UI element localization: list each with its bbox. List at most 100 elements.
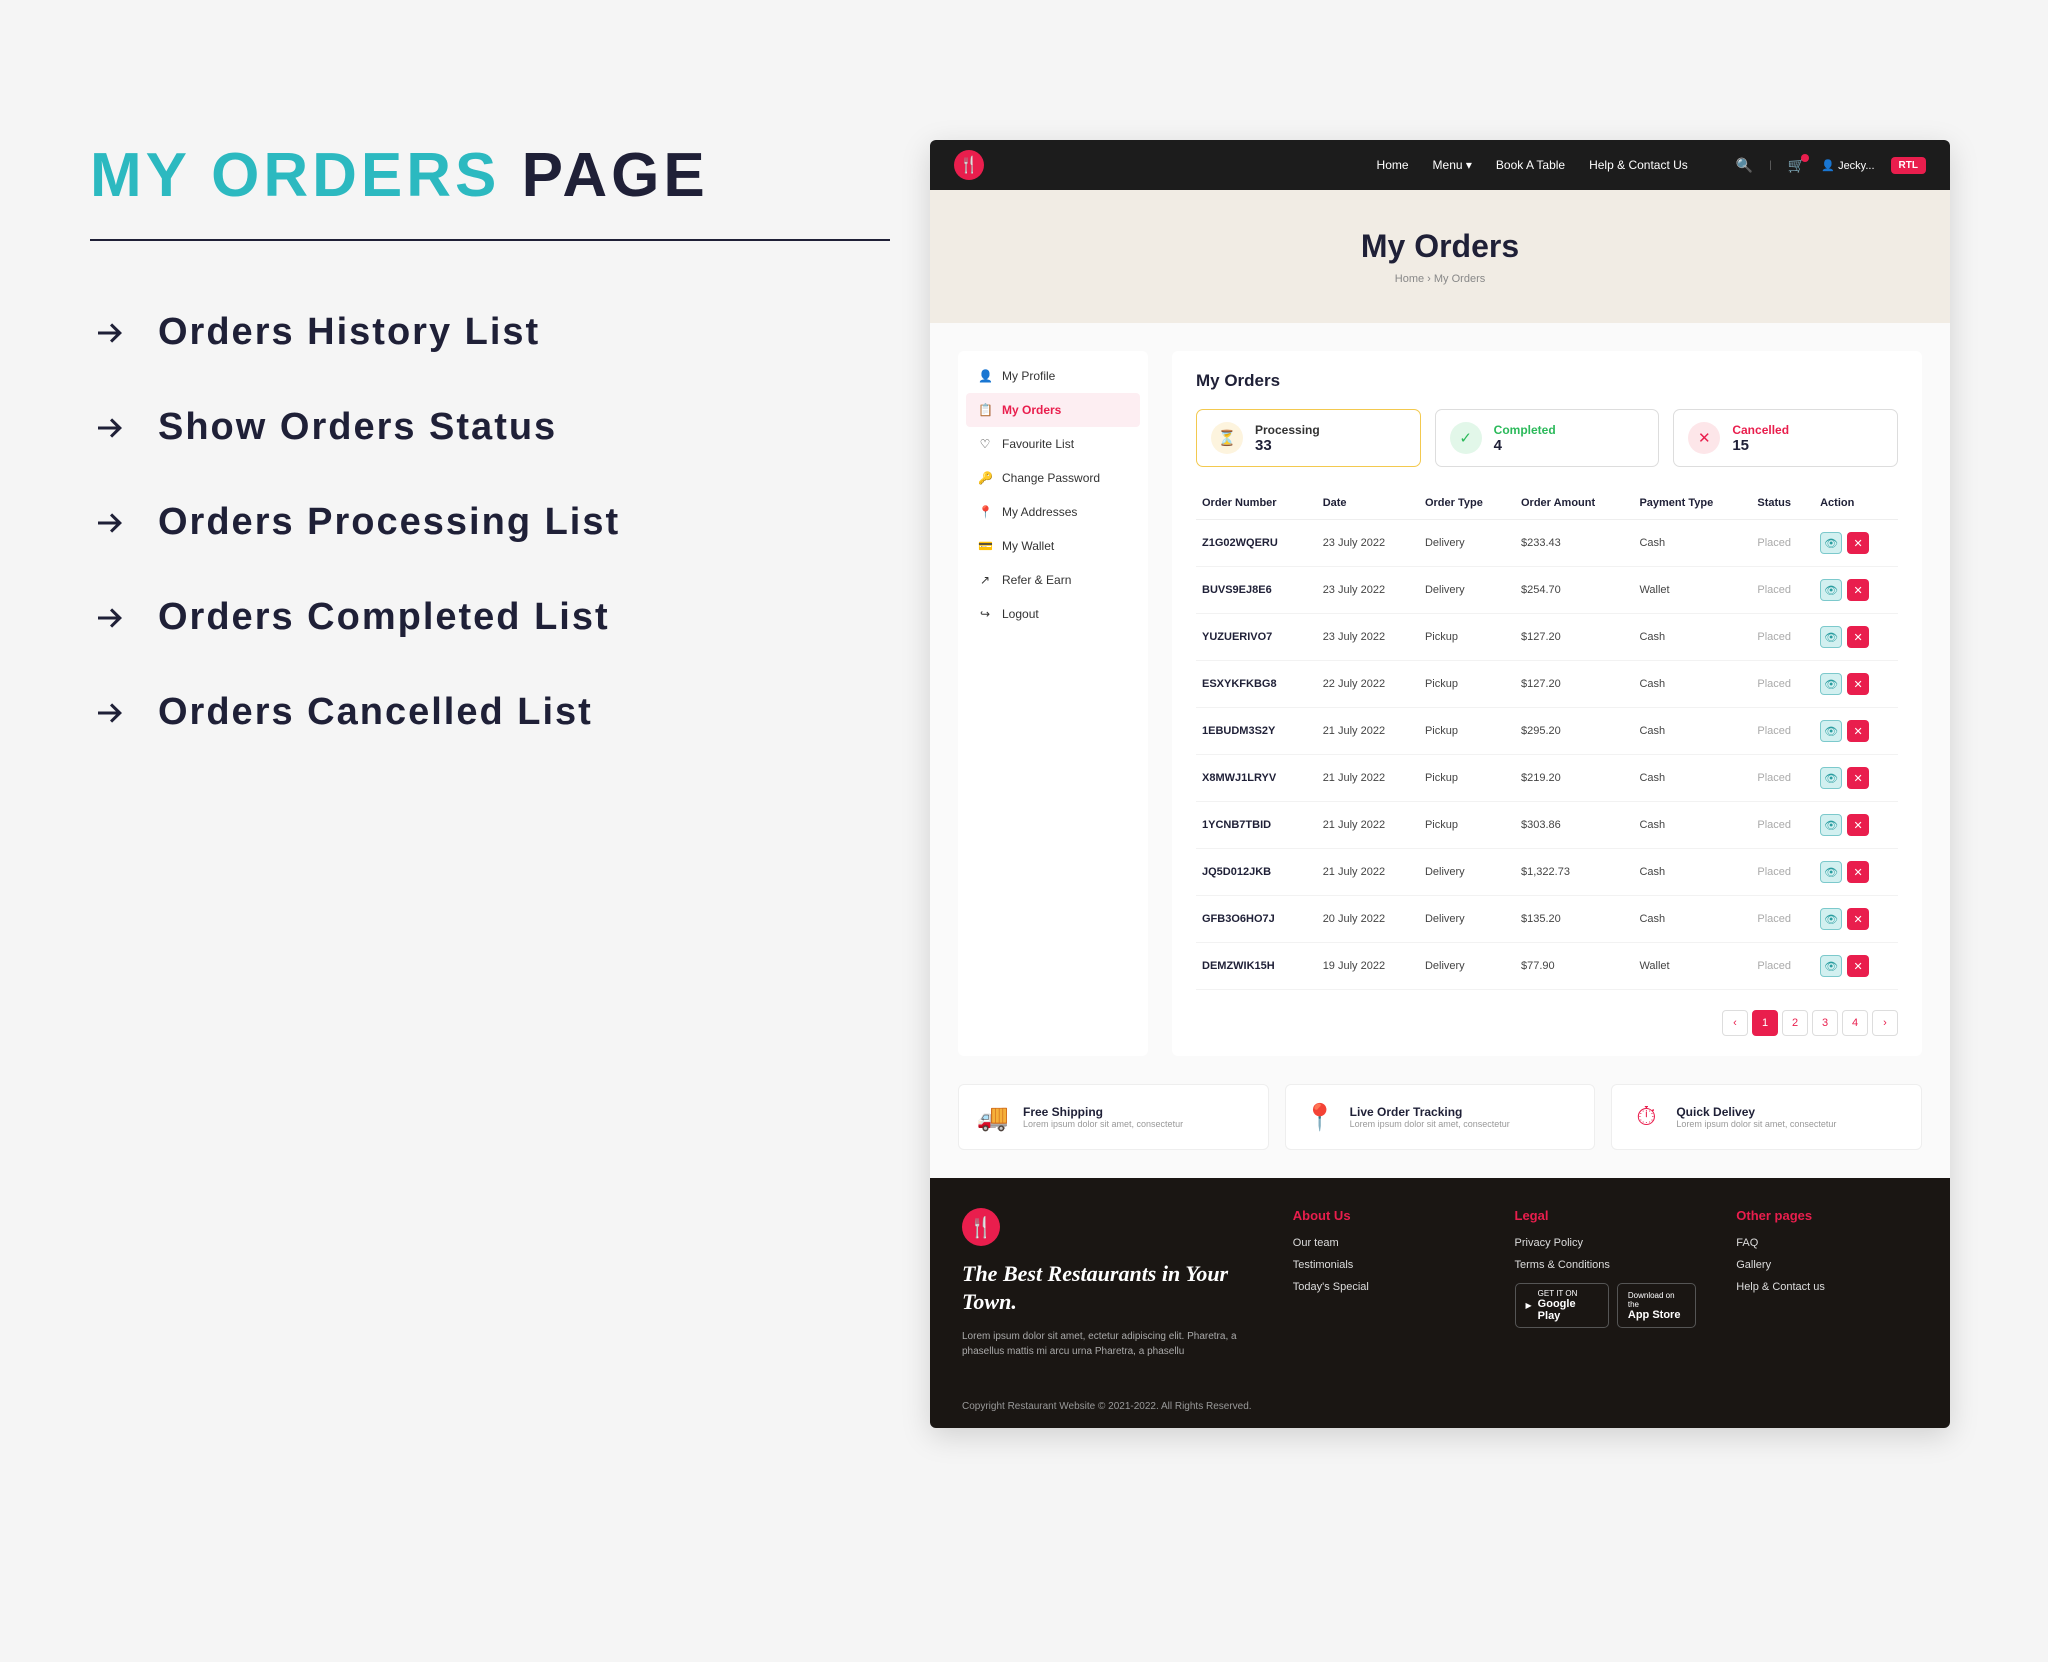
delete-icon[interactable]: ✕	[1847, 532, 1869, 554]
delete-icon[interactable]: ✕	[1847, 955, 1869, 977]
page-button[interactable]: ‹	[1722, 1010, 1748, 1036]
table-row: Z1G02WQERU23 July 2022Delivery$233.43Cas…	[1196, 520, 1898, 567]
status-cards: ⏳ Processing 33 ✓ Completed 4	[1196, 409, 1898, 467]
sidebar-label: Logout	[1002, 607, 1039, 621]
view-icon[interactable]: 👁	[1820, 626, 1842, 648]
title-divider	[90, 239, 890, 241]
feature-icon: 📍	[1302, 1099, 1338, 1135]
sidebar-icon: 📍	[978, 505, 992, 519]
arrow-icon	[90, 408, 130, 448]
footer-link[interactable]: Privacy Policy	[1515, 1237, 1697, 1249]
slide-title-dark: PAGE	[522, 141, 709, 210]
table-header: Payment Type	[1633, 487, 1751, 520]
footer-link[interactable]: Gallery	[1736, 1259, 1918, 1271]
delete-icon[interactable]: ✕	[1847, 720, 1869, 742]
delete-icon[interactable]: ✕	[1847, 626, 1869, 648]
view-icon[interactable]: 👁	[1820, 955, 1842, 977]
content-area: 👤My Profile 📋 My Orders ♡Favourite List🔑Cha…	[930, 323, 1950, 1084]
pagination: ‹1234›	[1196, 1010, 1898, 1036]
footer-link[interactable]: Testimonials	[1293, 1259, 1475, 1271]
nav-link[interactable]: Help & Contact Us	[1589, 158, 1688, 172]
table-header: Order Amount	[1515, 487, 1633, 520]
feature-list: Orders History List Show Orders Status Ord…	[90, 311, 890, 734]
arrow-icon	[90, 503, 130, 543]
google-play-badge[interactable]: ▶GET IT ONGoogle Play	[1515, 1283, 1609, 1328]
view-icon[interactable]: 👁	[1820, 673, 1842, 695]
footer-link[interactable]: Our team	[1293, 1237, 1475, 1249]
status-processing[interactable]: ⏳ Processing 33	[1196, 409, 1421, 467]
footer-link[interactable]: Today's Special	[1293, 1281, 1475, 1293]
footer-link[interactable]: Terms & Conditions	[1515, 1259, 1697, 1271]
search-icon[interactable]: 🔍	[1736, 157, 1753, 174]
features-row: 🚚Free ShippingLorem ipsum dolor sit amet…	[930, 1084, 1950, 1178]
footer-about: About Us Our teamTestimonialsToday's Spe…	[1293, 1208, 1475, 1359]
sidebar-item[interactable]: ↗Refer & Earn	[966, 563, 1140, 597]
table-header: Order Number	[1196, 487, 1317, 520]
feature-icon: ⏱	[1628, 1099, 1664, 1135]
status-cancelled[interactable]: ✕ Cancelled 15	[1673, 409, 1898, 467]
page-button[interactable]: 4	[1842, 1010, 1868, 1036]
sidebar-label: Refer & Earn	[1002, 573, 1071, 587]
feature-item: Orders Cancelled List	[90, 691, 890, 734]
nav-link[interactable]: Book A Table	[1496, 158, 1565, 172]
feature-item: Show Orders Status	[90, 406, 890, 449]
main-nav: Home Menu ▾ Book A Table Help & Contact Us	[1377, 158, 1688, 172]
view-icon[interactable]: 👁	[1820, 861, 1842, 883]
view-icon[interactable]: 👁	[1820, 579, 1842, 601]
view-icon[interactable]: 👁	[1820, 908, 1842, 930]
nav-link[interactable]: Home	[1377, 158, 1409, 172]
sidebar-item[interactable]: 📍My Addresses	[966, 495, 1140, 529]
feature-item: Orders History List	[90, 311, 890, 354]
view-icon[interactable]: 👁	[1820, 532, 1842, 554]
status-label: Cancelled	[1732, 423, 1789, 437]
table-row: BUVS9EJ8E623 July 2022Delivery$254.70Wal…	[1196, 567, 1898, 614]
copyright: Copyright Restaurant Website © 2021-2022…	[962, 1387, 1918, 1412]
sidebar-item[interactable]: 📋 My Orders	[966, 393, 1140, 427]
page-button[interactable]: ›	[1872, 1010, 1898, 1036]
status-label: Completed	[1494, 423, 1556, 437]
cart-icon[interactable]: 🛒	[1788, 157, 1805, 174]
table-row: JQ5D012JKB21 July 2022Delivery$1,322.73C…	[1196, 849, 1898, 896]
page-button[interactable]: 3	[1812, 1010, 1838, 1036]
footer-link[interactable]: Help & Contact us	[1736, 1281, 1918, 1293]
footer-legal: Legal Privacy PolicyTerms & Conditions ▶…	[1515, 1208, 1697, 1359]
view-icon[interactable]: 👁	[1820, 767, 1842, 789]
table-row: 1EBUDM3S2Y21 July 2022Pickup$295.20CashP…	[1196, 708, 1898, 755]
feature-item: Orders Processing List	[90, 501, 890, 544]
footer-link[interactable]: FAQ	[1736, 1237, 1918, 1249]
sidebar-label: My Orders	[1002, 403, 1061, 417]
rtl-toggle[interactable]: RTL	[1891, 157, 1926, 174]
sidebar-icon: 💳	[978, 539, 992, 553]
user-menu[interactable]: 👤 Jecky...	[1821, 159, 1874, 172]
delete-icon[interactable]: ✕	[1847, 908, 1869, 930]
footer-other: Other pages FAQGalleryHelp & Contact us	[1736, 1208, 1918, 1359]
delete-icon[interactable]: ✕	[1847, 767, 1869, 789]
page-button[interactable]: 1	[1752, 1010, 1778, 1036]
view-icon[interactable]: 👁	[1820, 720, 1842, 742]
sidebar-item[interactable]: 👤My Profile	[966, 359, 1140, 393]
status-label: Processing	[1255, 423, 1320, 437]
slide-left-panel: MY ORDERS PAGE Orders History ListShow O…	[90, 140, 890, 1428]
breadcrumb-home[interactable]: Home	[1395, 273, 1424, 285]
page-button[interactable]: 2	[1782, 1010, 1808, 1036]
app-store-badge[interactable]: Download on theApp Store	[1617, 1283, 1696, 1328]
sidebar-item[interactable]: 🔑Change Password	[966, 461, 1140, 495]
delete-icon[interactable]: ✕	[1847, 673, 1869, 695]
delete-icon[interactable]: ✕	[1847, 579, 1869, 601]
account-sidebar: 👤My Profile 📋 My Orders ♡Favourite List🔑Cha…	[958, 351, 1148, 1056]
sidebar-item[interactable]: ♡Favourite List	[966, 427, 1140, 461]
view-icon[interactable]: 👁	[1820, 814, 1842, 836]
logo-icon[interactable]: 🍴	[954, 150, 984, 180]
sidebar-icon: 📋	[978, 403, 992, 417]
nav-link[interactable]: Menu ▾	[1433, 158, 1472, 172]
delete-icon[interactable]: ✕	[1847, 814, 1869, 836]
delete-icon[interactable]: ✕	[1847, 861, 1869, 883]
status-completed[interactable]: ✓ Completed 4	[1435, 409, 1660, 467]
breadcrumb-current: My Orders	[1434, 273, 1485, 285]
sidebar-item[interactable]: ↪Logout	[966, 597, 1140, 631]
arrow-icon	[90, 693, 130, 733]
sidebar-item[interactable]: 💳My Wallet	[966, 529, 1140, 563]
table-row: DEMZWIK15H19 July 2022Delivery$77.90Wall…	[1196, 943, 1898, 990]
panel-title: My Orders	[1196, 371, 1898, 391]
orders-panel: My Orders ⏳ Processing 33 ✓	[1172, 351, 1922, 1056]
